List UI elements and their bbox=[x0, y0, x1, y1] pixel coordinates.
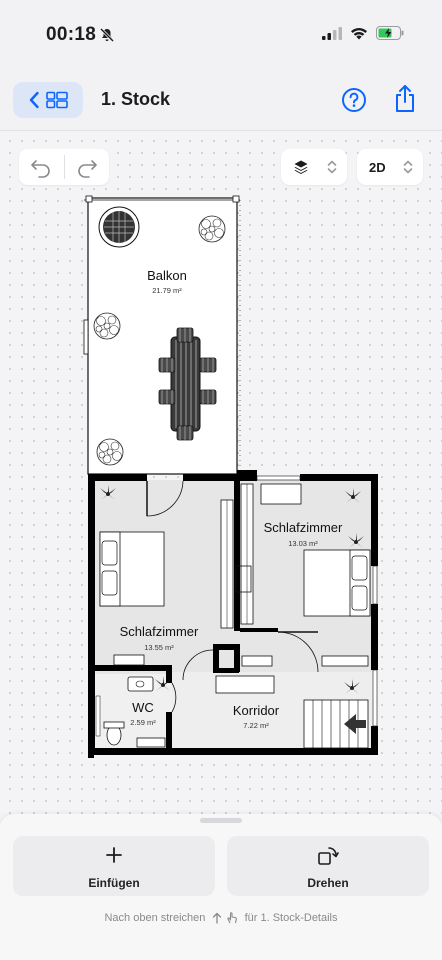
swipe-hint: Nach oben streichen für 1. Stock-Details bbox=[0, 911, 442, 924]
view-mode-select[interactable]: 2D bbox=[357, 149, 423, 185]
cellular-signal-icon bbox=[322, 26, 342, 40]
undo-icon[interactable] bbox=[29, 156, 53, 178]
redo-icon[interactable] bbox=[75, 156, 99, 178]
rotate-label: Drehen bbox=[307, 876, 349, 890]
room-area-wc: 2.59 m² bbox=[130, 718, 156, 727]
sheet-grabber[interactable] bbox=[200, 818, 242, 823]
swipe-hint-left: Nach oben streichen bbox=[104, 911, 206, 924]
battery-charging-icon bbox=[376, 26, 404, 40]
floor-plan[interactable] bbox=[0, 131, 442, 814]
room-area-schlafzimmer-left: 13.55 m² bbox=[144, 643, 174, 652]
undo-redo-separator bbox=[64, 155, 65, 179]
room-area-korridor: 7.22 m² bbox=[243, 721, 269, 730]
room-area-schlafzimmer-right: 13.03 m² bbox=[288, 539, 318, 548]
back-button[interactable] bbox=[13, 82, 83, 118]
status-bar: 00:18 bbox=[0, 0, 442, 72]
room-label-balkon[interactable]: Balkon bbox=[147, 268, 187, 283]
room-label-wc[interactable]: WC bbox=[132, 700, 154, 715]
undo-redo-group bbox=[19, 149, 109, 185]
plus-icon bbox=[106, 847, 122, 863]
bottom-sheet[interactable]: Einfügen Drehen Nach oben streichen für … bbox=[0, 814, 442, 960]
chevron-left-icon bbox=[29, 91, 39, 109]
arrow-up-icon bbox=[213, 912, 222, 924]
rotate-button[interactable]: Drehen bbox=[227, 836, 429, 896]
swipe-hint-right: für 1. Stock-Details bbox=[244, 911, 338, 924]
layer-select[interactable] bbox=[281, 149, 347, 185]
share-icon[interactable] bbox=[392, 84, 418, 114]
insert-button[interactable]: Einfügen bbox=[13, 836, 215, 896]
view-mode-label: 2D bbox=[369, 160, 386, 175]
wifi-icon bbox=[351, 27, 367, 39]
bell-muted-icon bbox=[99, 27, 115, 43]
layers-icon bbox=[294, 160, 308, 174]
insert-label: Einfügen bbox=[88, 876, 140, 890]
room-label-schlafzimmer-left[interactable]: Schlafzimmer bbox=[120, 624, 199, 639]
chevron-up-down-icon bbox=[403, 160, 413, 174]
room-label-schlafzimmer-right[interactable]: Schlafzimmer bbox=[264, 520, 343, 535]
floors-icon bbox=[46, 91, 68, 109]
app-header: 1. Stock bbox=[0, 72, 442, 131]
status-time: 00:18 bbox=[46, 24, 97, 45]
rotate-icon bbox=[318, 847, 339, 865]
room-area-balkon: 21.79 m² bbox=[152, 286, 182, 295]
help-icon[interactable] bbox=[341, 87, 367, 113]
chevron-up-down-icon bbox=[327, 160, 337, 174]
room-label-korridor[interactable]: Korridor bbox=[233, 703, 279, 718]
hand-swipe-icon bbox=[226, 912, 237, 924]
page-title: 1. Stock bbox=[101, 89, 171, 109]
